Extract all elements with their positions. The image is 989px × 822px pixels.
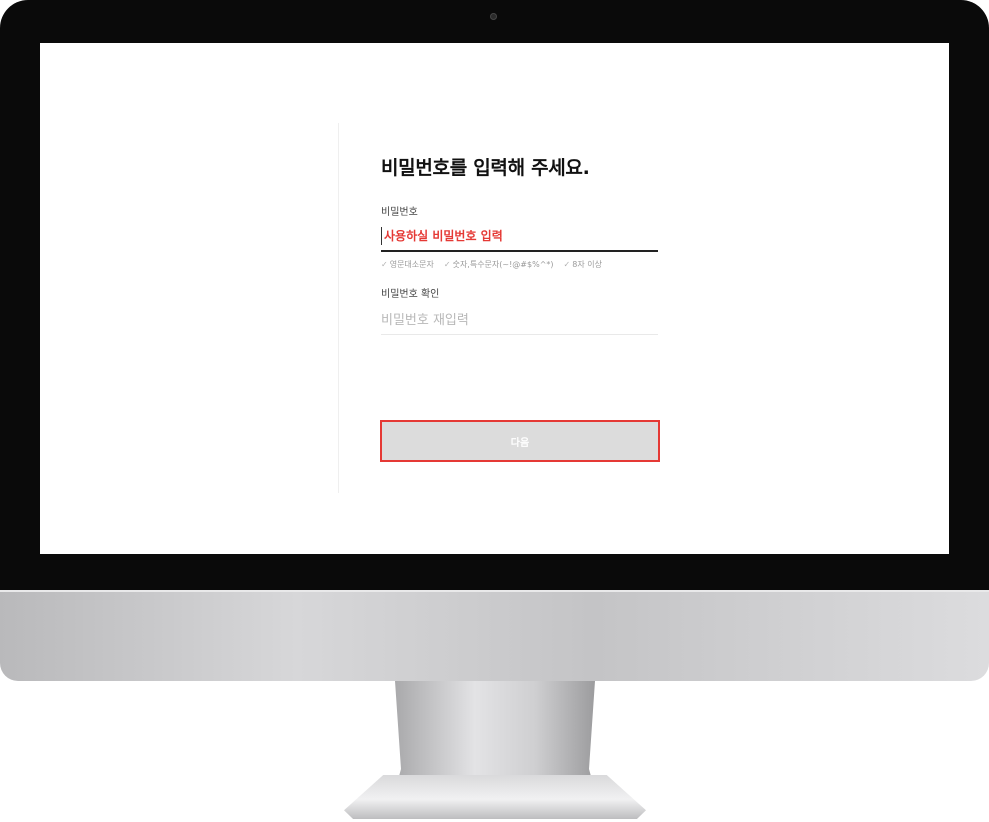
rule-case: ✓ 영문대소문자 xyxy=(381,259,434,270)
monitor-chin xyxy=(0,590,989,681)
rule-case-label: 영문대소문자 xyxy=(389,260,434,269)
text-caret xyxy=(381,227,382,245)
confirm-field-group: 비밀번호 확인 xyxy=(381,285,658,335)
rule-length-label: 8자 이상 xyxy=(572,260,602,269)
password-input[interactable] xyxy=(381,224,661,248)
check-icon: ✓ xyxy=(563,260,571,269)
rule-digits-special: ✓ 숫자,특수문자(~!@#$%^*) xyxy=(444,259,554,270)
password-rules: ✓ 영문대소문자 ✓ 숫자,특수문자(~!@#$%^*) ✓ 8자 이상 xyxy=(381,259,658,270)
webcam-icon xyxy=(490,13,497,20)
rule-length: ✓ 8자 이상 xyxy=(564,259,602,270)
monitor-foot xyxy=(344,775,646,819)
rule-digits-special-label: 숫자,특수문자(~!@#$%^*) xyxy=(452,260,554,269)
password-label: 비밀번호 xyxy=(381,207,418,218)
page-title: 비밀번호를 입력해 주세요. xyxy=(381,157,590,179)
check-icon: ✓ xyxy=(443,260,451,269)
screen: 비밀번호를 입력해 주세요. 비밀번호 ✓ 영문대소문자 ✓ 숫자,특수문자(~… xyxy=(40,43,949,554)
check-icon: ✓ xyxy=(381,260,388,269)
confirm-password-input[interactable] xyxy=(381,306,658,335)
next-button[interactable]: 다음 xyxy=(380,420,660,462)
password-form: 비밀번호를 입력해 주세요. 비밀번호 ✓ 영문대소문자 ✓ 숫자,특수문자(~… xyxy=(338,123,669,493)
password-field-group: 비밀번호 ✓ 영문대소문자 ✓ 숫자,특수문자(~!@#$%^*) ✓ 8자 이… xyxy=(381,203,661,270)
confirm-label: 비밀번호 확인 xyxy=(381,289,440,300)
monitor-stand xyxy=(395,681,595,791)
password-input-box[interactable] xyxy=(381,224,661,252)
